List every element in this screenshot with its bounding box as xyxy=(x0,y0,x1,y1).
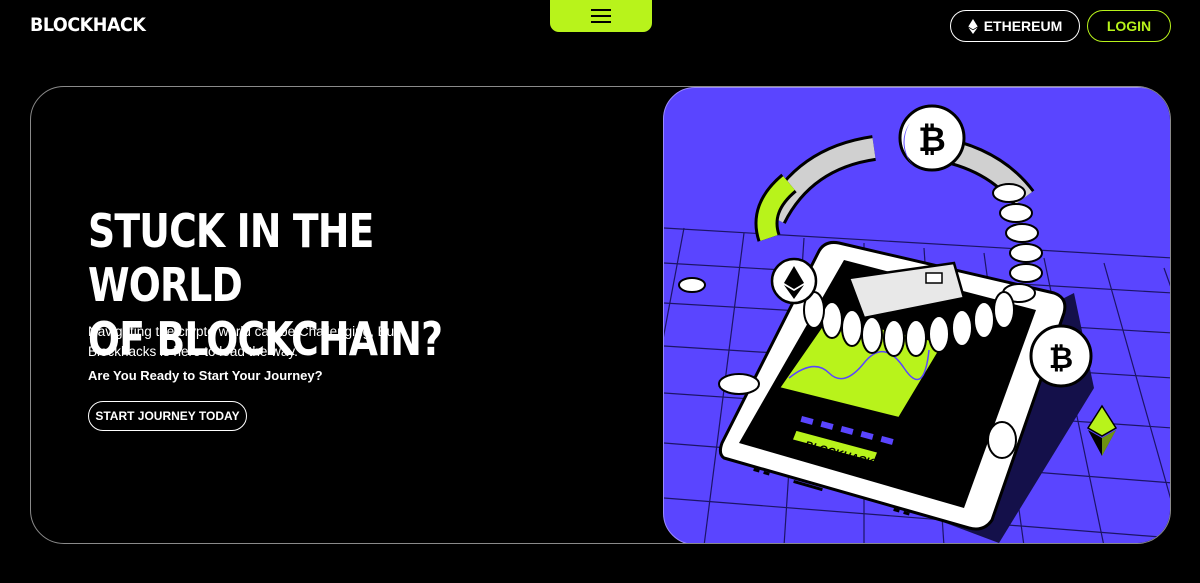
brand-logo[interactable]: BLOCKHACK xyxy=(30,14,146,36)
hero-section: STUCK IN THE WORLD OF BLOCKCHAIN? Naviga… xyxy=(30,86,1171,544)
network-selector-button[interactable]: ETHEREUM xyxy=(950,10,1080,42)
hero-title-line-1: STUCK IN THE WORLD xyxy=(88,204,374,312)
bitcoin-coin-right-icon: ₿ xyxy=(1029,324,1093,388)
hamburger-menu-icon xyxy=(591,9,611,23)
start-journey-button[interactable]: START JOURNEY TODAY xyxy=(88,401,247,431)
hero-description: Navigating the crypto world can be Chall… xyxy=(88,324,398,359)
loose-coin xyxy=(987,421,1017,459)
menu-button[interactable] xyxy=(550,0,652,32)
loose-coin xyxy=(678,277,706,293)
ethereum-crystal-icon xyxy=(1086,404,1118,456)
ethereum-coin-icon xyxy=(770,257,818,305)
login-button[interactable]: LOGIN xyxy=(1087,10,1171,42)
bitcoin-coin-icon: ₿ xyxy=(898,104,966,172)
hero-illustration: BLOCKHACK ₿ ₿ xyxy=(663,87,1170,543)
svg-text:₿: ₿ xyxy=(1049,341,1073,376)
hero-question: Are You Ready to Start Your Journey? xyxy=(88,368,323,383)
network-label: ETHEREUM xyxy=(983,18,1063,34)
loose-coin xyxy=(718,373,760,395)
svg-text:₿: ₿ xyxy=(918,120,946,160)
ethereum-icon xyxy=(968,18,978,34)
